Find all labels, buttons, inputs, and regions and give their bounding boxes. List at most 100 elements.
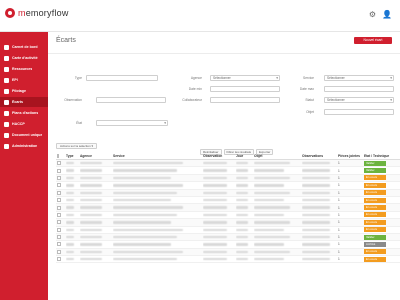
sidebar-item-1[interactable]: Carte d'activité xyxy=(0,53,48,63)
status-badge[interactable]: En cours xyxy=(364,205,386,211)
status-badge[interactable]: Archivé xyxy=(364,241,386,247)
sidebar-item-4[interactable]: Pilotage xyxy=(0,86,48,96)
sidebar-item-9[interactable]: Administration xyxy=(0,141,48,151)
header-agence[interactable]: Agence xyxy=(80,154,113,158)
row-checkbox[interactable] xyxy=(56,249,66,255)
status-badge[interactable]: En cours xyxy=(364,212,386,218)
header-jour[interactable]: Jour xyxy=(236,154,254,158)
table-row[interactable]: 1 Valider xyxy=(56,167,400,175)
statut-label: Statut xyxy=(305,98,314,102)
datemax-input[interactable] xyxy=(324,86,394,92)
cell-agence xyxy=(80,234,113,240)
sidebar-item-3[interactable]: EPI xyxy=(0,75,48,85)
row-checkbox[interactable] xyxy=(56,227,66,233)
sidebar-item-0[interactable]: Carnet de bord xyxy=(0,42,48,52)
header-service[interactable]: Service xyxy=(113,154,203,158)
status-badge[interactable]: En cours xyxy=(364,175,386,181)
sidebar-item-6[interactable]: Plans d'actions xyxy=(0,108,48,118)
header-etat[interactable]: Etat / Technique xyxy=(364,154,400,158)
header-type[interactable]: Type xyxy=(66,154,80,158)
row-checkbox[interactable] xyxy=(56,197,66,203)
row-checkbox[interactable] xyxy=(56,167,66,173)
table-row[interactable]: 1 En cours xyxy=(56,197,400,205)
datemin-input[interactable] xyxy=(210,86,280,92)
table-row[interactable]: 1 En cours xyxy=(56,204,400,212)
cell-service xyxy=(113,160,203,166)
cell-status: Archivé xyxy=(364,241,400,247)
service-select[interactable]: Sélectionner xyxy=(324,75,394,81)
agence-select[interactable]: Sélectionner xyxy=(210,75,280,81)
table-header: Type Agence Service Observation Jour Obj… xyxy=(56,152,400,160)
status-badge[interactable]: En cours xyxy=(364,182,386,188)
status-badge[interactable]: Valider xyxy=(364,168,386,174)
collaborateur-input[interactable] xyxy=(210,97,280,103)
sidebar-item-7[interactable]: HACCP xyxy=(0,119,48,129)
bulk-actions-button[interactable]: Actions sur la sélection ▾ xyxy=(56,142,98,149)
row-checkbox[interactable] xyxy=(56,256,66,262)
cell-objet xyxy=(254,249,302,255)
sidebar-item-2[interactable]: Ressources xyxy=(0,64,48,74)
ecarts-table: Actions sur la sélection ▾ Type Agence S… xyxy=(56,142,400,264)
table-row[interactable]: 1 En cours xyxy=(56,174,400,183)
header-objet[interactable]: Objet xyxy=(254,154,302,158)
table-row[interactable]: 1 En cours xyxy=(56,189,400,197)
pieces-count: 1 xyxy=(338,220,340,225)
status-badge[interactable]: En cours xyxy=(364,227,386,233)
row-checkbox[interactable] xyxy=(56,212,66,218)
row-checkbox[interactable] xyxy=(56,190,66,196)
pieces-count: 1 xyxy=(338,183,340,188)
status-badge[interactable]: En cours xyxy=(364,256,386,262)
row-checkbox[interactable] xyxy=(56,204,66,210)
etat-select[interactable] xyxy=(96,120,168,126)
status-badge[interactable]: En cours xyxy=(364,197,386,203)
row-checkbox[interactable] xyxy=(56,175,66,181)
cell-jour xyxy=(236,197,254,203)
main-content: Écarts Nouvel écart Type Agence Sélectio… xyxy=(48,32,400,300)
header-observation[interactable]: Observation xyxy=(203,154,236,158)
status-badge[interactable]: En cours xyxy=(364,249,386,255)
row-checkbox[interactable] xyxy=(56,241,66,247)
cell-agence xyxy=(80,227,113,233)
user-icon[interactable]: 👤 xyxy=(382,10,392,19)
status-badge[interactable]: Valider xyxy=(364,160,386,166)
settings-icon[interactable]: ⚙ xyxy=(369,10,376,19)
row-checkbox[interactable] xyxy=(56,234,66,240)
header-pieces[interactable]: Pièces jointes xyxy=(338,154,364,158)
type-input[interactable] xyxy=(86,75,158,81)
cell-type xyxy=(66,256,80,262)
row-checkbox[interactable] xyxy=(56,219,66,225)
sidebar: Carnet de bord Carte d'activité Ressources… xyxy=(0,32,48,300)
statut-select[interactable]: Sélectionner xyxy=(324,97,394,103)
cell-agence xyxy=(80,212,113,218)
table-row[interactable]: 1 En cours xyxy=(56,256,400,264)
new-ecart-button[interactable]: Nouvel écart xyxy=(354,37,392,44)
header-checkbox[interactable] xyxy=(56,153,66,158)
cell-observations xyxy=(302,234,338,240)
table-row[interactable]: 1 En cours xyxy=(56,212,400,220)
table-row[interactable]: 1 Valider xyxy=(56,233,400,242)
logo-mark-icon xyxy=(5,8,15,18)
table-row[interactable]: 1 Archivé xyxy=(56,241,400,249)
cell-service xyxy=(113,241,203,247)
status-badge[interactable]: En cours xyxy=(364,190,386,196)
observation-input[interactable] xyxy=(96,97,166,103)
table-row[interactable]: 1 Valider xyxy=(56,160,400,168)
status-badge[interactable]: En cours xyxy=(364,219,386,225)
table-row[interactable]: 1 En cours xyxy=(56,182,400,190)
cell-pieces: 1 xyxy=(338,160,364,166)
cell-type xyxy=(66,160,80,166)
status-badge[interactable]: Valider xyxy=(364,234,386,240)
cell-service xyxy=(113,182,203,188)
row-checkbox[interactable] xyxy=(56,182,66,188)
objet-input[interactable] xyxy=(324,109,394,115)
sidebar-item-8[interactable]: Document unique xyxy=(0,130,48,140)
table-row[interactable]: 1 En cours xyxy=(56,227,400,234)
row-checkbox[interactable] xyxy=(56,160,66,166)
logo[interactable]: memoryflow xyxy=(5,8,69,18)
sidebar-item-5[interactable]: Écarts xyxy=(0,97,48,107)
document-icon xyxy=(4,132,9,138)
header-observations[interactable]: Observations xyxy=(302,154,338,158)
table-toolbar: Actions sur la sélection ▾ xyxy=(56,142,400,149)
table-row[interactable]: 1 En cours xyxy=(56,219,400,227)
table-row[interactable]: 1 En cours xyxy=(56,248,400,257)
